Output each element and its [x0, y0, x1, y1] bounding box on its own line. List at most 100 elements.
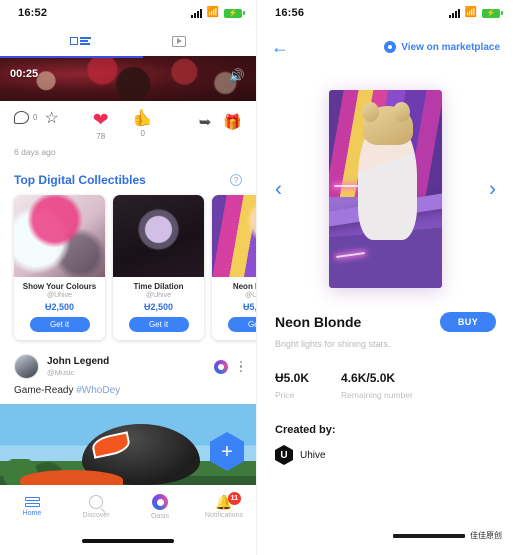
notification-badge: 11 — [227, 492, 241, 505]
eye-icon — [384, 41, 397, 53]
status-bar-left: 16:52 📶 ⚡ — [0, 0, 256, 26]
oasis-icon[interactable] — [213, 359, 228, 374]
post-image[interactable]: + — [0, 404, 256, 496]
video-play-icon — [171, 35, 186, 47]
left-screen-feed: 16:52 📶 ⚡ 00:25 🔊 0 ☆ ❤ 78 👍 0 ➥ 🎁 6 day… — [0, 0, 257, 555]
search-icon — [89, 495, 103, 509]
nav-label-home: Home — [22, 510, 42, 517]
collectible-title: Neon Blonde — [232, 282, 256, 291]
collectible-title: Show Your Colours — [22, 282, 97, 291]
post-text-plain: Game-Ready — [14, 385, 77, 396]
get-it-button[interactable]: Get it — [227, 317, 256, 332]
dislike-count: 0 — [140, 129, 145, 138]
collectible-card[interactable]: Neon Blonde @Uhive Ʉ5,000 Get it — [212, 195, 257, 340]
video-progress-bar[interactable] — [0, 56, 144, 58]
home-indicator — [82, 539, 174, 543]
collectible-handle: @Uhive — [244, 292, 257, 299]
watermark-bar — [393, 533, 465, 538]
status-icons: 📶 ⚡ — [190, 8, 245, 18]
collectible-card[interactable]: Time Dilation @Uhive Ʉ2,500 Get it — [113, 195, 204, 340]
nav-label-discover: Discover — [82, 512, 110, 519]
star-icon[interactable]: ☆ — [44, 111, 58, 127]
wifi-icon: 📶 — [464, 7, 477, 18]
nav-item-oasis[interactable]: Oasis — [131, 494, 189, 520]
post-header: John Legend @Music — [0, 340, 256, 379]
detail-stats: Ʉ5.0K Price 4.6K/5.0K Remaining number — [275, 371, 496, 400]
collectible-price: Ʉ2,500 — [143, 302, 174, 312]
create-post-fab[interactable]: + — [210, 432, 244, 471]
battery-icon: ⚡ — [224, 8, 245, 18]
help-icon[interactable]: ? — [230, 174, 242, 186]
collectible-handle: @Uhive — [46, 292, 72, 299]
top-tab-bar — [0, 26, 256, 56]
speaker-icon[interactable]: 🔊 — [229, 68, 245, 84]
signal-icon — [190, 8, 202, 18]
nav-item-home[interactable]: Home — [3, 497, 61, 517]
engagement-bar: 0 ☆ ❤ 78 👍 0 ➥ 🎁 — [0, 101, 256, 145]
feed-icon — [70, 37, 92, 45]
stat-remaining-label: Remaining number — [341, 390, 413, 400]
like-button[interactable]: ❤ 78 — [93, 111, 109, 141]
status-icons: 📶 ⚡ — [448, 7, 503, 18]
like-count: 78 — [96, 132, 106, 141]
created-by-section: Created by: U Uhive — [275, 424, 496, 465]
nav-label-notifications: Notifications — [204, 512, 244, 519]
back-arrow-icon[interactable]: ← — [271, 38, 289, 56]
section-title: Top Digital Collectibles — [14, 173, 146, 187]
carousel-prev-icon[interactable]: ‹ — [275, 179, 282, 200]
status-bar-right: 16:56 📶 ⚡ — [257, 0, 514, 26]
nav-label-oasis: Oasis — [151, 513, 169, 520]
post-author-handle: @Music — [47, 368, 75, 377]
detail-subtitle: Bright lights for shining stars. — [275, 339, 391, 349]
right-screen-detail: 16:56 📶 ⚡ ← View on marketplace ‹ › Neon… — [257, 0, 514, 555]
oasis-icon — [152, 494, 168, 510]
collectibles-carousel[interactable]: Show Your Colours @Uhive Ʉ2,500 Get it T… — [0, 195, 256, 340]
watermark-text: 佳佳原创 — [470, 531, 502, 540]
charging-bolt-icon: ⚡ — [486, 9, 496, 17]
uhive-logo-icon: U — [275, 445, 293, 465]
post-text: Game-Ready #WhoDey — [0, 379, 256, 396]
created-by-label: Created by: — [275, 424, 336, 436]
collectible-title: Time Dilation — [133, 282, 184, 291]
creator-row[interactable]: U Uhive — [275, 445, 496, 465]
comment-count: 0 — [33, 113, 38, 122]
dislike-button[interactable]: 👍 0 — [132, 110, 153, 138]
collectible-card[interactable]: Show Your Colours @Uhive Ʉ2,500 Get it — [14, 195, 105, 340]
signal-icon — [448, 8, 460, 18]
get-it-button[interactable]: Get it — [128, 317, 189, 332]
get-it-button[interactable]: Get it — [29, 317, 90, 332]
nav-item-notifications[interactable]: 🔔 11 Notifications — [195, 492, 253, 519]
dual-screen-comparison: 16:52 📶 ⚡ 00:25 🔊 0 ☆ ❤ 78 👍 0 ➥ 🎁 6 day… — [0, 0, 514, 555]
video-elapsed-time: 00:25 — [10, 68, 39, 80]
tab-video[interactable] — [171, 35, 186, 47]
watermark: 佳佳原创 — [393, 530, 502, 541]
home-icon — [24, 497, 40, 507]
collectible-price: Ʉ2,500 — [44, 302, 75, 312]
stat-price-value: Ʉ5.0K — [275, 371, 310, 385]
hero-bun-left — [361, 101, 379, 122]
video-player[interactable]: 00:25 🔊 — [0, 56, 256, 101]
view-on-marketplace-link[interactable]: View on marketplace — [384, 41, 500, 53]
gift-icon[interactable]: 🎁 — [223, 113, 242, 131]
bottom-navigation: Home Discover Oasis 🔔 11 Notifications — [0, 485, 256, 527]
nav-item-discover[interactable]: Discover — [67, 495, 125, 519]
status-time: 16:56 — [275, 7, 305, 19]
video-frame-image — [0, 56, 256, 101]
kebab-menu-icon[interactable] — [239, 360, 242, 373]
collectible-carousel[interactable]: ‹ › — [257, 74, 514, 304]
carousel-next-icon[interactable]: › — [489, 179, 496, 200]
avatar[interactable] — [14, 354, 39, 379]
thumbs-down-icon: 👍 — [132, 110, 153, 127]
heart-icon: ❤ — [92, 110, 109, 131]
collectible-price: Ʉ5,000 — [242, 302, 257, 312]
post-hashtag[interactable]: #WhoDey — [76, 385, 120, 396]
tab-feed[interactable] — [70, 37, 92, 45]
share-icon[interactable]: ➥ — [199, 113, 212, 131]
collectible-hero-image[interactable] — [329, 90, 442, 288]
comment-button[interactable]: 0 — [14, 111, 37, 124]
collectible-image — [212, 195, 256, 277]
stat-price: Ʉ5.0K Price — [275, 371, 309, 400]
buy-button[interactable]: BUY — [440, 312, 496, 332]
stat-remaining: 4.6K/5.0K Remaining number — [341, 371, 413, 400]
creator-name: Uhive — [300, 449, 326, 461]
